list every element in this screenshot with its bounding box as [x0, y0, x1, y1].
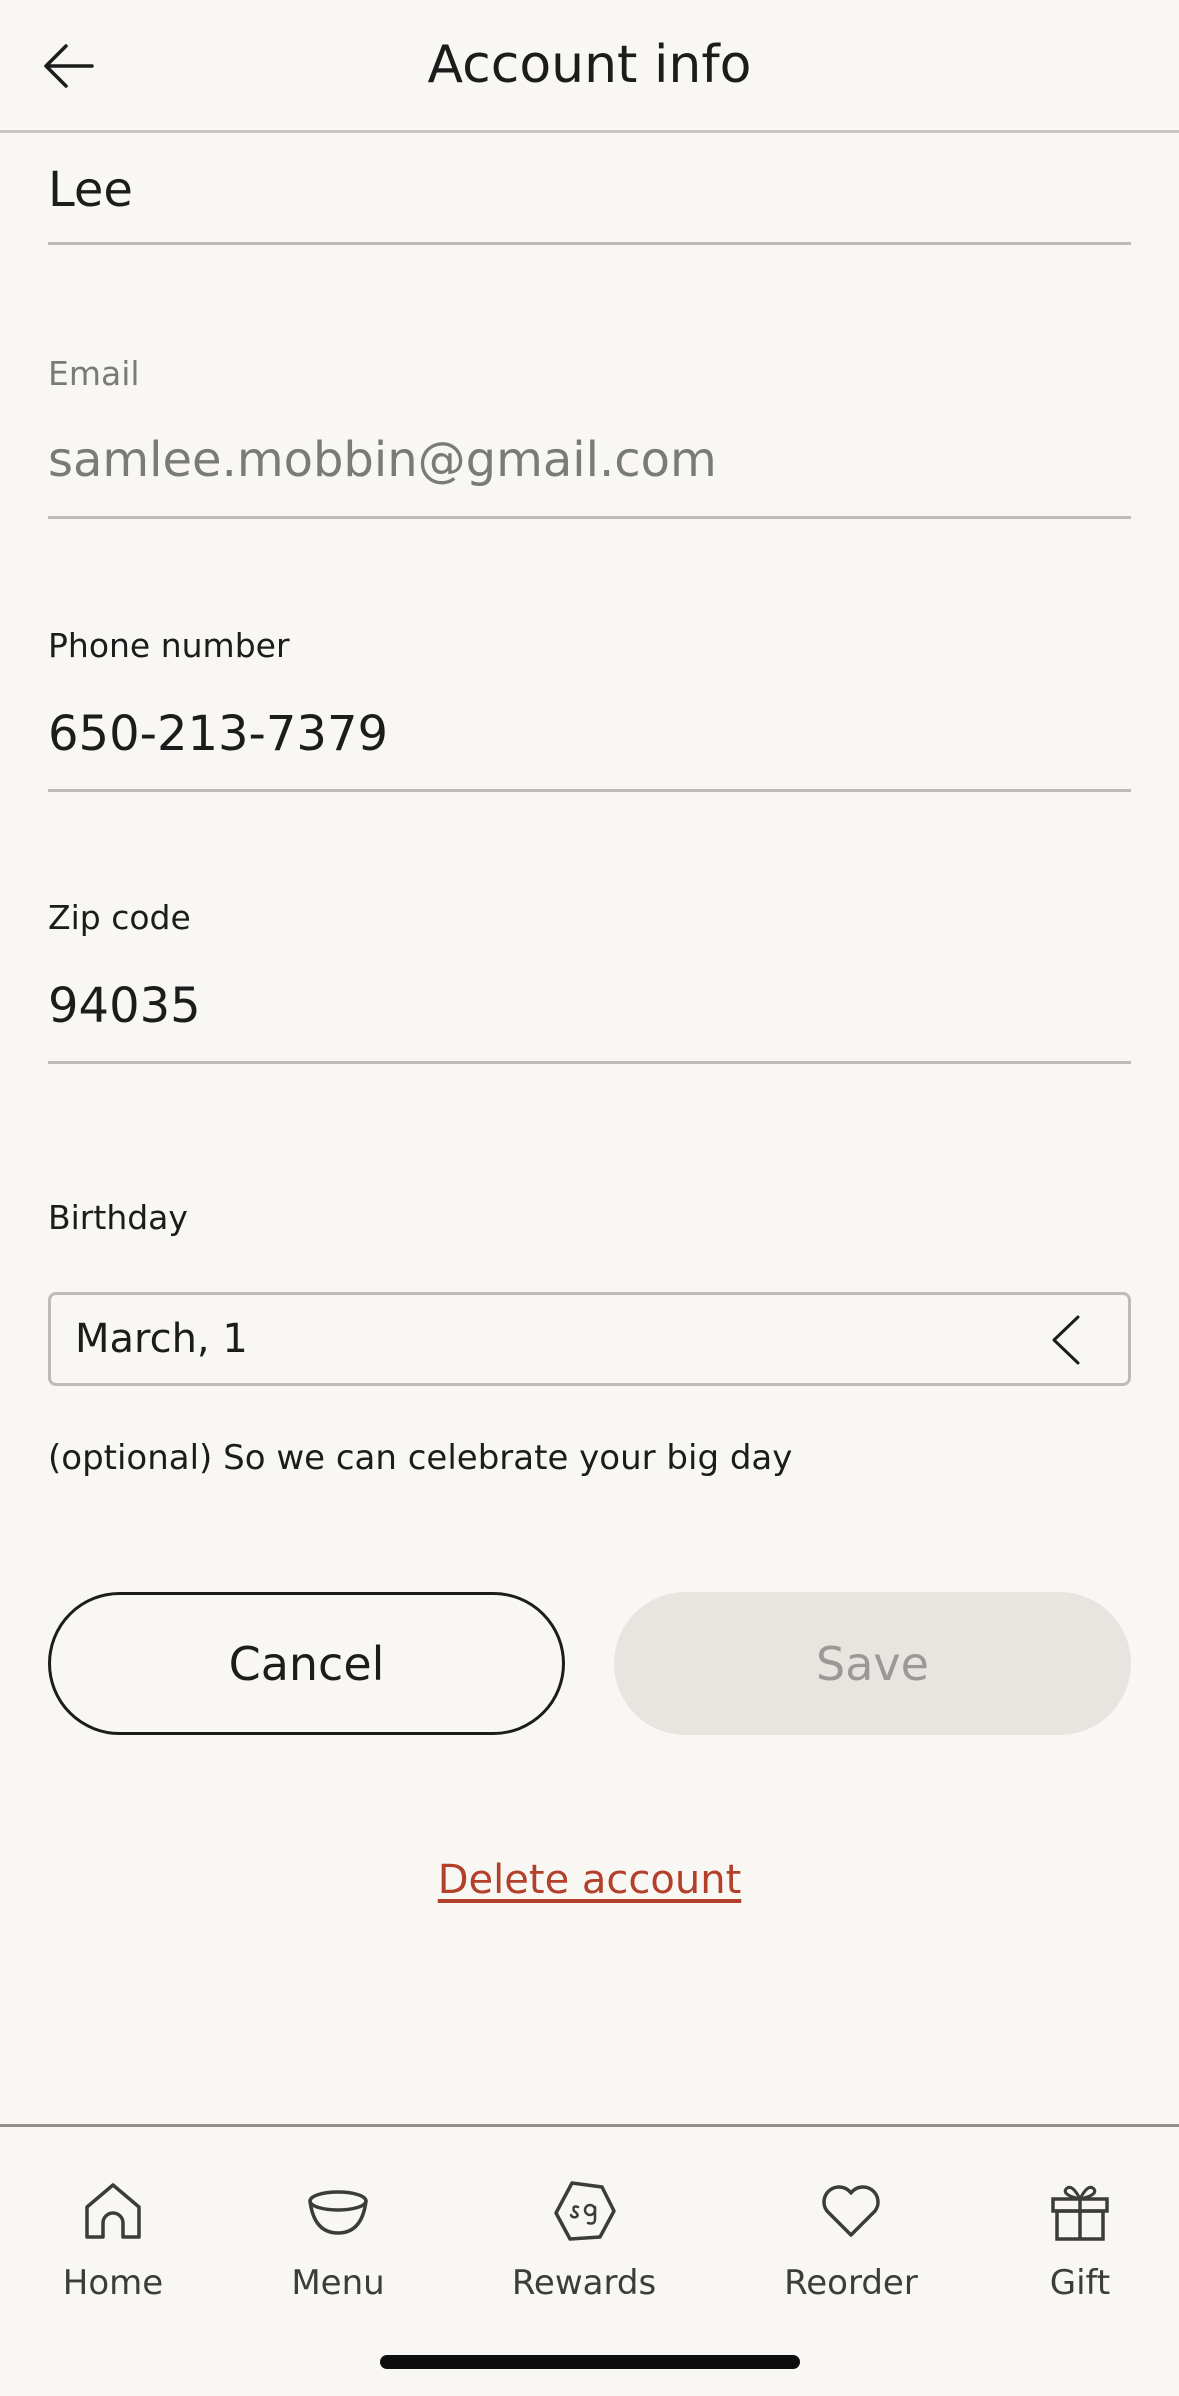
- zip-label: Zip code: [48, 898, 191, 937]
- birthday-helper-text: (optional) So we can celebrate your big …: [48, 1438, 793, 1478]
- zip-field[interactable]: [48, 966, 1131, 1064]
- home-icon: [85, 2183, 141, 2239]
- tab-reorder[interactable]: Reorder: [761, 2179, 941, 2305]
- gift-icon: [1051, 2185, 1109, 2241]
- heart-icon: [822, 2185, 880, 2237]
- tab-gift[interactable]: Gift: [990, 2179, 1170, 2305]
- birthday-value: March, 1: [75, 1316, 248, 1362]
- tab-home[interactable]: Home: [23, 2179, 203, 2305]
- tab-rewards-label: Rewards: [511, 2263, 657, 2303]
- tab-menu[interactable]: Menu: [248, 2179, 428, 2305]
- cancel-button[interactable]: Cancel: [48, 1592, 565, 1735]
- bowl-icon: [308, 2190, 368, 2235]
- birthday-select[interactable]: March, 1: [48, 1292, 1131, 1386]
- email-field: [48, 420, 1131, 519]
- tab-menu-label: Menu: [291, 2263, 385, 2303]
- phone-label: Phone number: [48, 626, 290, 665]
- page-title: Account info: [427, 35, 752, 95]
- save-button[interactable]: Save: [614, 1592, 1131, 1735]
- birthday-label: Birthday: [48, 1198, 188, 1237]
- home-indicator: [380, 2355, 800, 2369]
- tab-rewards[interactable]: Rewards: [494, 2179, 674, 2305]
- delete-account-link[interactable]: Delete account: [0, 1852, 1179, 1908]
- top-app-bar: Account info: [0, 0, 1179, 133]
- tab-home-label: Home: [62, 2263, 164, 2303]
- rewards-badge-icon: [554, 2181, 616, 2241]
- chevron-left-icon: [1052, 1315, 1080, 1365]
- email-label: Email: [48, 354, 140, 393]
- last-name-field[interactable]: [48, 150, 1131, 245]
- tab-reorder-label: Reorder: [784, 2263, 918, 2303]
- phone-field[interactable]: [48, 694, 1131, 792]
- tab-gift-label: Gift: [1049, 2263, 1111, 2303]
